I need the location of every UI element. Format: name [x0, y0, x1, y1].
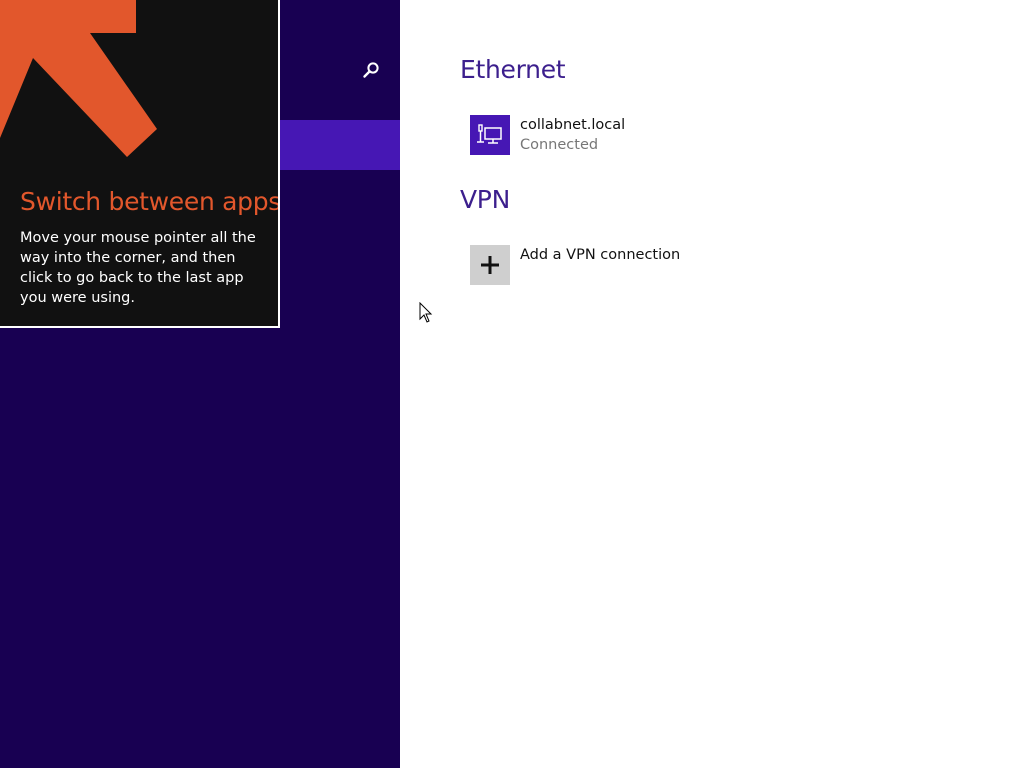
- switch-apps-tip: Switch between apps Move your mouse poin…: [0, 0, 280, 328]
- ethernet-network-tile[interactable]: [470, 115, 510, 155]
- add-vpn-connection-label[interactable]: Add a VPN connection: [520, 247, 680, 263]
- mouse-cursor-icon: [419, 302, 433, 323]
- tip-title: Switch between apps: [20, 187, 280, 216]
- plus-icon: [481, 256, 499, 274]
- ethernet-network-status: Connected: [520, 137, 599, 153]
- selected-nav-item[interactable]: [280, 120, 400, 170]
- add-vpn-tile[interactable]: [470, 245, 510, 285]
- network-settings-screen: Switch between apps Move your mouse poin…: [0, 0, 1024, 768]
- arrow-up-left-icon: [0, 0, 157, 157]
- ethernet-section-title: Ethernet: [460, 55, 566, 84]
- tip-body: Move your mouse pointer all the way into…: [20, 230, 256, 306]
- vpn-section-title: VPN: [460, 185, 510, 214]
- search-icon[interactable]: [362, 61, 380, 79]
- ethernet-network-name[interactable]: collabnet.local: [520, 117, 625, 133]
- ethernet-network-icon: [477, 124, 502, 144]
